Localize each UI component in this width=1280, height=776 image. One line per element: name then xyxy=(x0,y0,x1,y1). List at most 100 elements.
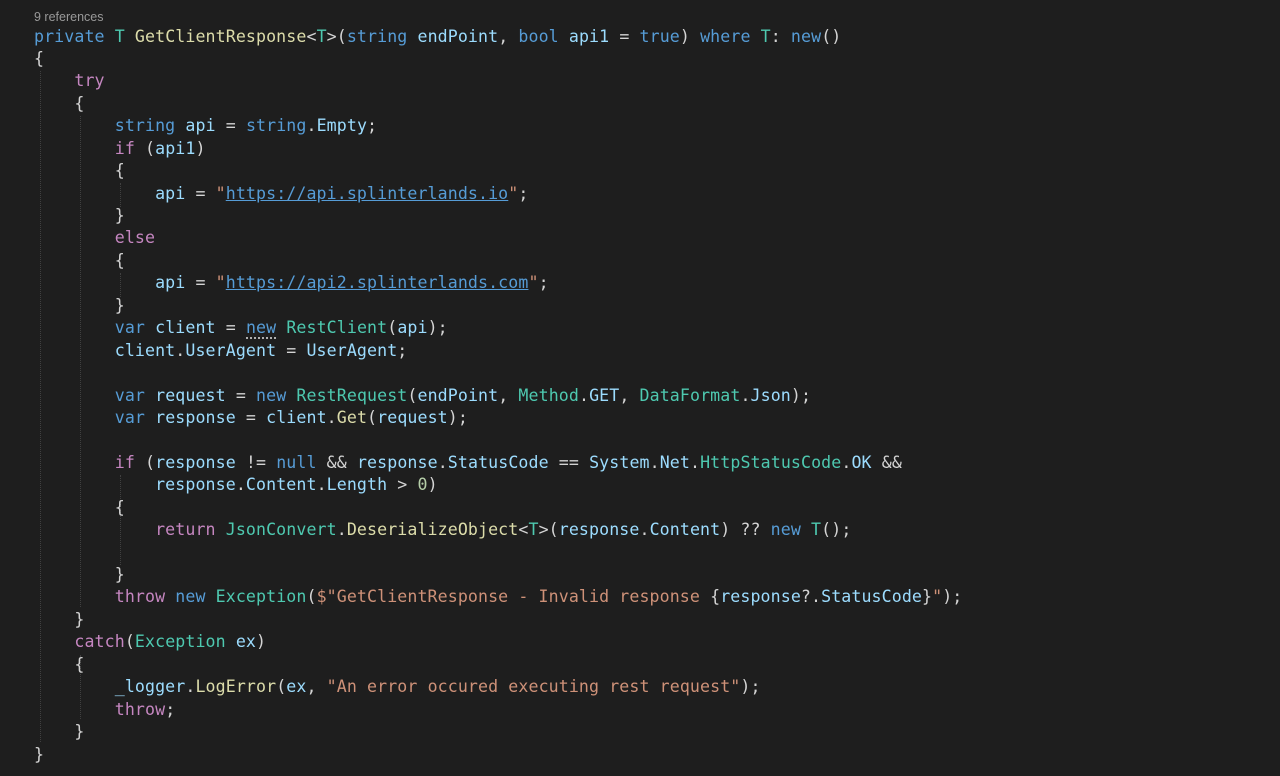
code-token: ; xyxy=(538,273,549,293)
code-token: System xyxy=(589,452,650,472)
code-line[interactable]: string api = string.Empty; xyxy=(34,115,962,137)
code-line[interactable]: var response = client.Get(request); xyxy=(34,407,962,429)
code-token: var xyxy=(114,318,146,338)
code-token: RestRequest xyxy=(296,385,408,405)
code-token: ); xyxy=(942,587,963,607)
code-line[interactable]: } xyxy=(34,744,962,766)
code-line[interactable]: var client = new RestClient(api); xyxy=(34,317,962,340)
code-token: throw xyxy=(114,699,166,719)
code-token: api xyxy=(155,273,186,293)
code-token: T xyxy=(528,520,539,540)
code-token: api1 xyxy=(155,138,196,158)
code-token: ( xyxy=(124,632,135,652)
code-token: " xyxy=(932,587,943,607)
code-token: $"GetClientResponse - Invalid response xyxy=(316,587,711,607)
code-token: string xyxy=(346,26,408,46)
code-token: ( xyxy=(134,452,156,472)
code-line[interactable] xyxy=(34,362,962,384)
code-token: private xyxy=(34,26,105,46)
code-line[interactable]: _logger.LogError(ex, "An error occured e… xyxy=(34,676,962,698)
code-lines[interactable]: private T GetClientResponse<T>(string en… xyxy=(34,26,962,766)
code-line[interactable]: client.UserAgent = UserAgent; xyxy=(34,340,962,362)
code-token: T xyxy=(316,26,327,46)
code-line[interactable]: { xyxy=(34,160,962,182)
code-line[interactable]: } xyxy=(34,205,962,227)
code-token: api1 xyxy=(568,26,610,46)
code-editor[interactable]: 9 references private T GetClientResponse… xyxy=(0,0,1280,776)
code-line[interactable]: } xyxy=(34,721,962,743)
code-line[interactable]: catch(Exception ex) xyxy=(34,631,962,653)
code-line[interactable]: throw new Exception($"GetClientResponse … xyxy=(34,586,963,608)
code-token: = xyxy=(215,318,246,338)
code-line[interactable]: { xyxy=(34,654,962,676)
code-token: bool xyxy=(518,26,559,46)
code-token: Exception xyxy=(215,587,307,607)
code-token: client xyxy=(155,318,216,338)
code-line[interactable]: throw; xyxy=(34,699,962,721)
code-line[interactable]: { xyxy=(34,497,962,519)
code-token: else xyxy=(114,228,156,248)
code-line[interactable]: } xyxy=(34,295,962,317)
code-line[interactable]: else xyxy=(34,227,962,249)
code-line[interactable] xyxy=(34,542,962,564)
code-token: && xyxy=(316,452,357,472)
code-line[interactable]: if (response != null && response.StatusC… xyxy=(34,452,962,474)
code-line[interactable]: response.Content.Length > 0) xyxy=(34,474,962,496)
code-token: new xyxy=(175,587,206,607)
code-token: . xyxy=(578,385,590,405)
code-line[interactable]: var request = new RestRequest(endPoint, … xyxy=(34,385,962,407)
code-token: var xyxy=(114,385,146,405)
code-token: ); xyxy=(740,677,761,697)
code-token: GET xyxy=(589,385,620,405)
code-token: { xyxy=(34,654,85,674)
code-link[interactable]: https://api2.splinterlands.com xyxy=(226,273,529,292)
code-token: ( xyxy=(134,138,156,158)
code-line[interactable]: return JsonConvert.DeserializeObject<T>(… xyxy=(34,519,962,541)
code-token: GetClientResponse xyxy=(134,26,307,46)
code-token: } xyxy=(34,609,85,629)
code-token: DeserializeObject xyxy=(346,520,519,540)
code-line[interactable]: } xyxy=(34,609,962,631)
code-token: " xyxy=(215,273,226,293)
code-token: . xyxy=(175,340,186,360)
code-line[interactable]: { xyxy=(34,48,962,70)
code-line[interactable]: if (api1) xyxy=(34,138,962,160)
code-token: ?. xyxy=(800,587,822,607)
code-token: JsonConvert xyxy=(225,520,337,540)
code-token: . xyxy=(437,452,448,472)
code-token: ( xyxy=(306,587,317,607)
code-token: if xyxy=(114,452,135,472)
code-token: ; xyxy=(165,699,176,719)
code-link[interactable]: https://api.splinterlands.io xyxy=(226,184,509,203)
code-line[interactable]: } xyxy=(34,564,962,586)
code-line[interactable]: private T GetClientResponse<T>(string en… xyxy=(34,26,962,48)
code-token: } xyxy=(34,565,125,584)
codelens-references[interactable]: 9 references xyxy=(34,10,103,24)
code-line[interactable]: api = "https://api.splinterlands.io"; xyxy=(34,183,962,205)
code-token: response xyxy=(155,452,236,472)
code-token: T xyxy=(760,26,771,46)
code-line[interactable]: try xyxy=(34,70,962,92)
code-line[interactable]: api = "https://api2.splinterlands.com"; xyxy=(34,272,962,294)
code-token: throw xyxy=(114,587,166,607)
code-token: . xyxy=(841,452,852,472)
code-line[interactable] xyxy=(34,429,962,451)
code-token: LogError xyxy=(195,677,277,697)
code-line[interactable]: { xyxy=(34,250,962,272)
code-token: ; xyxy=(367,116,378,136)
code-line[interactable]: { xyxy=(34,93,962,115)
